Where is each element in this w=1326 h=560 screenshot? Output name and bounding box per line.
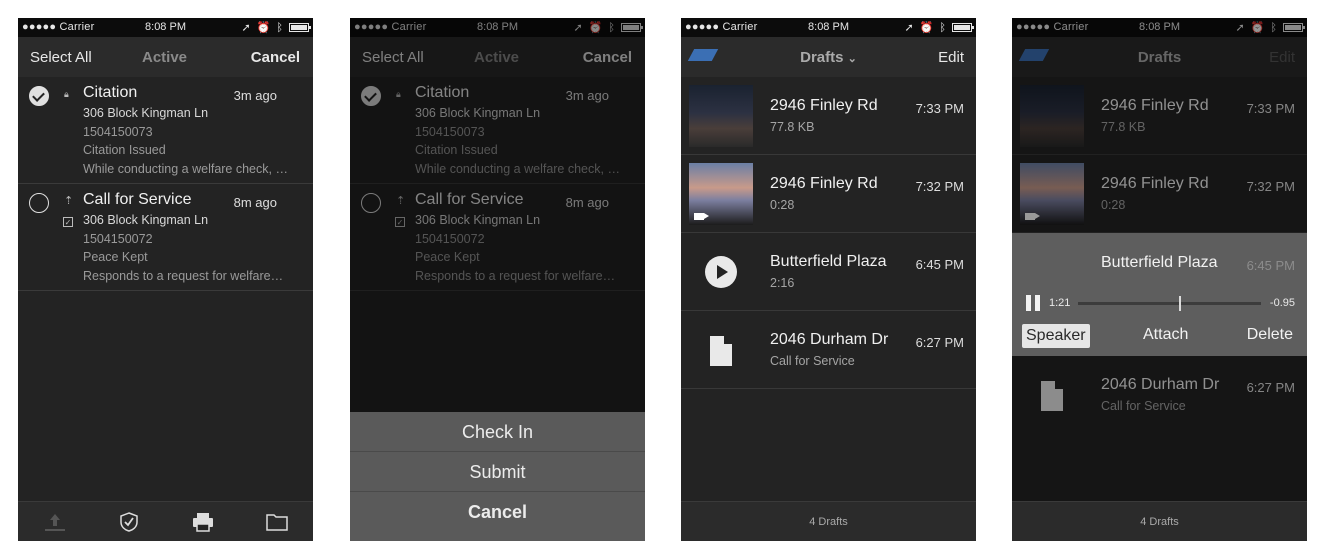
report-list: 🔒︎ Citation 3m ago 306 Block Kingman Ln … [18, 77, 313, 291]
pause-icon[interactable] [1026, 295, 1042, 311]
screen-drafts: ●●●●● Carrier 8:08 PM ➚ ⏰ ᛒ Drafts ⌄ Edit … [681, 18, 976, 541]
drafts-title-dropdown[interactable]: Drafts ⌄ [681, 49, 976, 66]
remaining-time: -0.95 [1269, 297, 1295, 309]
play-icon[interactable] [705, 256, 737, 288]
battery-icon [952, 23, 974, 32]
attach-button[interactable]: Attach [1143, 326, 1188, 344]
shield-check-icon[interactable] [118, 512, 140, 532]
draft-subtitle: 2:16 [770, 276, 795, 290]
player-time: 6:45 PM [1246, 258, 1295, 273]
bottom-toolbar [18, 501, 313, 541]
draft-time: 6:45 PM [915, 257, 964, 272]
page-title: Drafts [800, 49, 844, 66]
item-address: 306 Block Kingman Ln [83, 213, 209, 227]
item-description: While conducting a welfare check, … [83, 162, 288, 176]
speaker-button[interactable]: Speaker [1022, 324, 1090, 348]
list-item[interactable]: 🔒︎ Citation 3m ago 306 Block Kingman Ln … [18, 77, 313, 184]
draft-time: 7:32 PM [915, 179, 964, 194]
item-number: 1504150073 [83, 125, 153, 139]
lock-icon: 🔒︎ [64, 89, 69, 99]
screen-action-sheet: ●●●●● Carrier 8:08 PM ➚ ⏰ ᛒ Select All Act… [350, 18, 645, 541]
select-all-button[interactable]: Select All [30, 49, 92, 66]
draft-time: 6:27 PM [915, 335, 964, 350]
status-bar: ●●●●● Carrier 8:08 PM ➚ ⏰ ᛒ [681, 18, 976, 37]
upload-icon: ⇡ [64, 195, 74, 207]
draft-row[interactable]: 2946 Finley Rd 0:28 7:32 PM [681, 155, 976, 233]
item-number: 1504150072 [83, 232, 153, 246]
draft-subtitle: 77.8 KB [770, 120, 815, 134]
item-title: Call for Service [83, 191, 192, 208]
item-time: 8m ago [233, 195, 277, 210]
item-title: Citation [83, 84, 138, 101]
nav-bar: Select All Active Cancel [18, 37, 313, 77]
video-thumbnail [689, 163, 753, 225]
chevron-down-icon: ⌄ [847, 53, 857, 65]
nav-bar: Drafts ⌄ Edit [681, 37, 976, 77]
sheet-cancel-button[interactable]: Cancel [350, 492, 645, 532]
item-time: 3m ago [233, 88, 277, 103]
drafts-count: 4 Drafts [1012, 501, 1307, 541]
drafts-list: 2946 Finley Rd 77.8 KB 7:33 PM 2946 Finl… [681, 77, 976, 389]
checkbox-icon: ✓ [63, 217, 73, 227]
location-icon: ➚ [904, 22, 914, 34]
audio-player-panel: Butterfield Plaza 6:45 PM 1:21 -0.95 Spe… [1012, 233, 1307, 356]
draft-row[interactable]: 2046 Durham Dr Call for Service 6:27 PM [681, 311, 976, 389]
item-description: Responds to a request for welfare… [83, 269, 284, 283]
bluetooth-icon: ᛒ [939, 21, 946, 34]
player-title: Butterfield Plaza [1101, 254, 1218, 271]
cancel-button[interactable]: Cancel [251, 49, 300, 66]
battery-icon [289, 23, 311, 32]
draft-row[interactable]: Butterfield Plaza 2:16 6:45 PM [681, 233, 976, 311]
submit-button[interactable]: Submit [350, 452, 645, 492]
edit-button[interactable]: Edit [938, 49, 964, 66]
document-icon [710, 336, 732, 366]
print-icon[interactable] [192, 512, 214, 532]
draft-title: 2046 Durham Dr [770, 331, 889, 348]
screen-drafts-audio-player: ●●●●● Carrier 8:08 PM ➚ ⏰ ᛒ Drafts Edit 29… [1012, 18, 1307, 541]
check-in-button[interactable]: Check In [350, 412, 645, 452]
draft-row[interactable]: 2946 Finley Rd 77.8 KB 7:33 PM [681, 77, 976, 155]
status-bar: ●●●●● Carrier 8:08 PM ➚ ⏰ ᛒ [18, 18, 313, 37]
unselected-circle-icon[interactable] [29, 193, 49, 213]
scrubber-track[interactable] [1078, 296, 1261, 311]
bluetooth-icon: ᛒ [276, 21, 283, 34]
location-icon: ➚ [241, 22, 251, 34]
action-sheet: Check In Submit Cancel [350, 412, 645, 541]
alarm-icon: ⏰ [919, 22, 934, 34]
draft-title: 2946 Finley Rd [770, 97, 878, 114]
item-status: Peace Kept [83, 250, 148, 264]
scrubber-handle[interactable] [1178, 296, 1181, 311]
alarm-icon: ⏰ [256, 22, 271, 34]
item-status: Citation Issued [83, 143, 166, 157]
list-item[interactable]: ⇡ ✓ Call for Service 8m ago 306 Block Ki… [18, 184, 313, 291]
draft-subtitle: 0:28 [770, 198, 795, 212]
screen-select-reports: ●●●●● Carrier 8:08 PM ➚ ⏰ ᛒ Select All Act… [18, 18, 313, 541]
delete-button[interactable]: Delete [1247, 326, 1293, 344]
draft-subtitle: Call for Service [770, 354, 855, 368]
active-filter-button[interactable]: Active [142, 49, 187, 66]
selected-check-icon[interactable] [29, 86, 49, 106]
elapsed-time: 1:21 [1049, 297, 1071, 309]
photo-thumbnail [689, 85, 753, 147]
draft-title: Butterfield Plaza [770, 253, 887, 270]
folder-icon[interactable] [266, 512, 288, 532]
draft-time: 7:33 PM [915, 101, 964, 116]
drafts-count: 4 Drafts [681, 501, 976, 541]
upload-icon[interactable] [44, 512, 66, 532]
item-address: 306 Block Kingman Ln [83, 106, 209, 120]
video-camera-icon [694, 213, 709, 220]
draft-title: 2946 Finley Rd [770, 175, 878, 192]
